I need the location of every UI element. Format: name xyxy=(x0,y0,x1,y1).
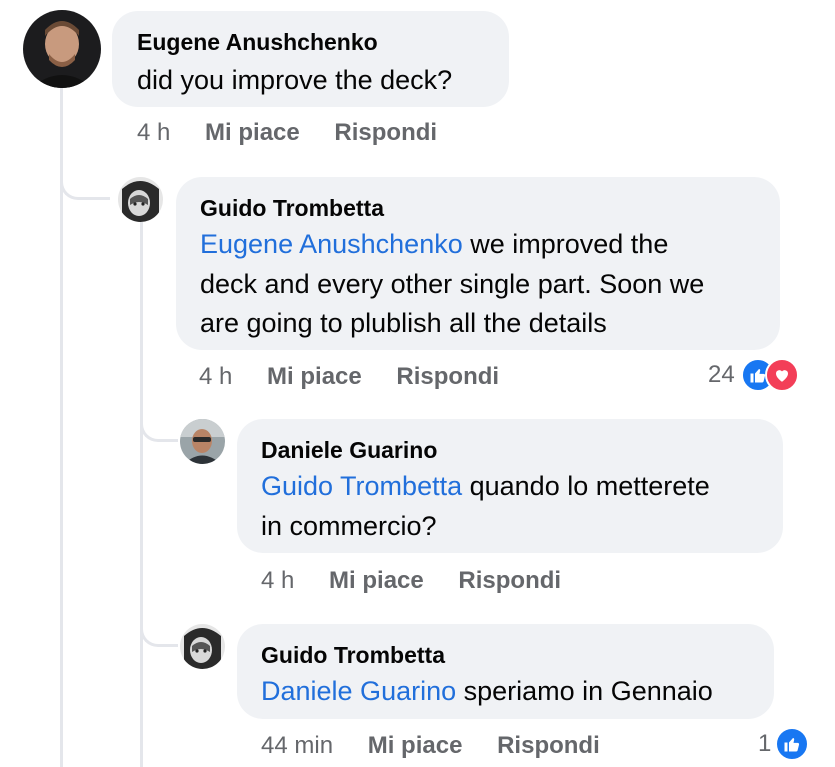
comment-meta: 44 min Mi piace Rispondi xyxy=(261,732,600,760)
comment-text-line: are going to plublish all the details xyxy=(200,308,607,338)
mention-link[interactable]: Eugene Anushchenko xyxy=(200,229,463,259)
comment-time[interactable]: 4 h xyxy=(137,119,170,146)
comment-bubble: Guido Trombetta Daniele Guarino speriamo… xyxy=(237,624,774,719)
comment-text: Daniele Guarino speriamo in Gennaio xyxy=(261,672,713,712)
avatar-photo xyxy=(23,10,101,88)
reaction-count: 1 xyxy=(758,730,772,757)
avatar-photo xyxy=(180,419,225,464)
comment-bubble: Eugene Anushchenko did you improve the d… xyxy=(112,11,509,107)
comment-time[interactable]: 4 h xyxy=(199,363,232,390)
avatar-photo xyxy=(118,177,163,222)
reaction-count: 24 xyxy=(708,361,735,388)
mention-link[interactable]: Daniele Guarino xyxy=(261,676,456,706)
comment-time[interactable]: 44 min xyxy=(261,732,333,759)
reaction-summary[interactable]: 1 xyxy=(758,727,810,761)
comment-meta: 4 h Mi piace Rispondi xyxy=(261,567,561,595)
reaction-summary[interactable]: 24 xyxy=(708,358,799,392)
comment-text: Guido Trombetta quando lo metterete in c… xyxy=(261,467,771,546)
comment-text: did you improve the deck? xyxy=(137,65,453,95)
mention-link[interactable]: Guido Trombetta xyxy=(261,471,462,501)
thread-line-nested xyxy=(140,222,143,767)
comment-text-line: we improved the xyxy=(462,229,669,259)
comment-author[interactable]: Eugene Anushchenko xyxy=(137,29,378,56)
comment-text-line: in commercio? xyxy=(261,510,437,541)
love-icon xyxy=(764,358,799,392)
reply-button[interactable]: Rispondi xyxy=(396,363,499,390)
comment-bubble: Guido Trombetta Eugene Anushchenko we im… xyxy=(176,177,780,350)
reply-button[interactable]: Rispondi xyxy=(497,732,600,759)
comment-meta: 4 h Mi piace Rispondi xyxy=(137,119,437,147)
avatar[interactable] xyxy=(118,177,163,222)
thread-connector xyxy=(60,140,110,200)
reply-button[interactable]: Rispondi xyxy=(334,119,437,146)
avatar-photo xyxy=(180,624,225,669)
like-button[interactable]: Mi piace xyxy=(267,363,362,390)
comment-author[interactable]: Guido Trombetta xyxy=(200,195,384,222)
comment-bubble: Daniele Guarino Guido Trombetta quando l… xyxy=(237,419,783,553)
thread-connector xyxy=(140,400,178,442)
like-button[interactable]: Mi piace xyxy=(205,119,300,146)
reply-button[interactable]: Rispondi xyxy=(458,567,561,594)
avatar[interactable] xyxy=(180,624,225,669)
comment-author[interactable]: Daniele Guarino xyxy=(261,437,437,464)
comment-text-line: deck and every other single part. Soon w… xyxy=(200,268,705,299)
like-icon xyxy=(775,727,810,761)
comment-author[interactable]: Guido Trombetta xyxy=(261,642,445,669)
comment-text: Eugene Anushchenko we improved the deck … xyxy=(200,225,770,344)
comment-time[interactable]: 4 h xyxy=(261,567,294,594)
avatar[interactable] xyxy=(180,419,225,464)
like-button[interactable]: Mi piace xyxy=(329,567,424,594)
thread-connector xyxy=(140,605,178,647)
comment-meta: 4 h Mi piace Rispondi xyxy=(199,363,499,391)
comment-text-line: speriamo in Gennaio xyxy=(456,676,713,706)
comment-text-line: quando lo metterete xyxy=(462,471,710,501)
like-button[interactable]: Mi piace xyxy=(368,732,463,759)
avatar[interactable] xyxy=(23,10,101,88)
